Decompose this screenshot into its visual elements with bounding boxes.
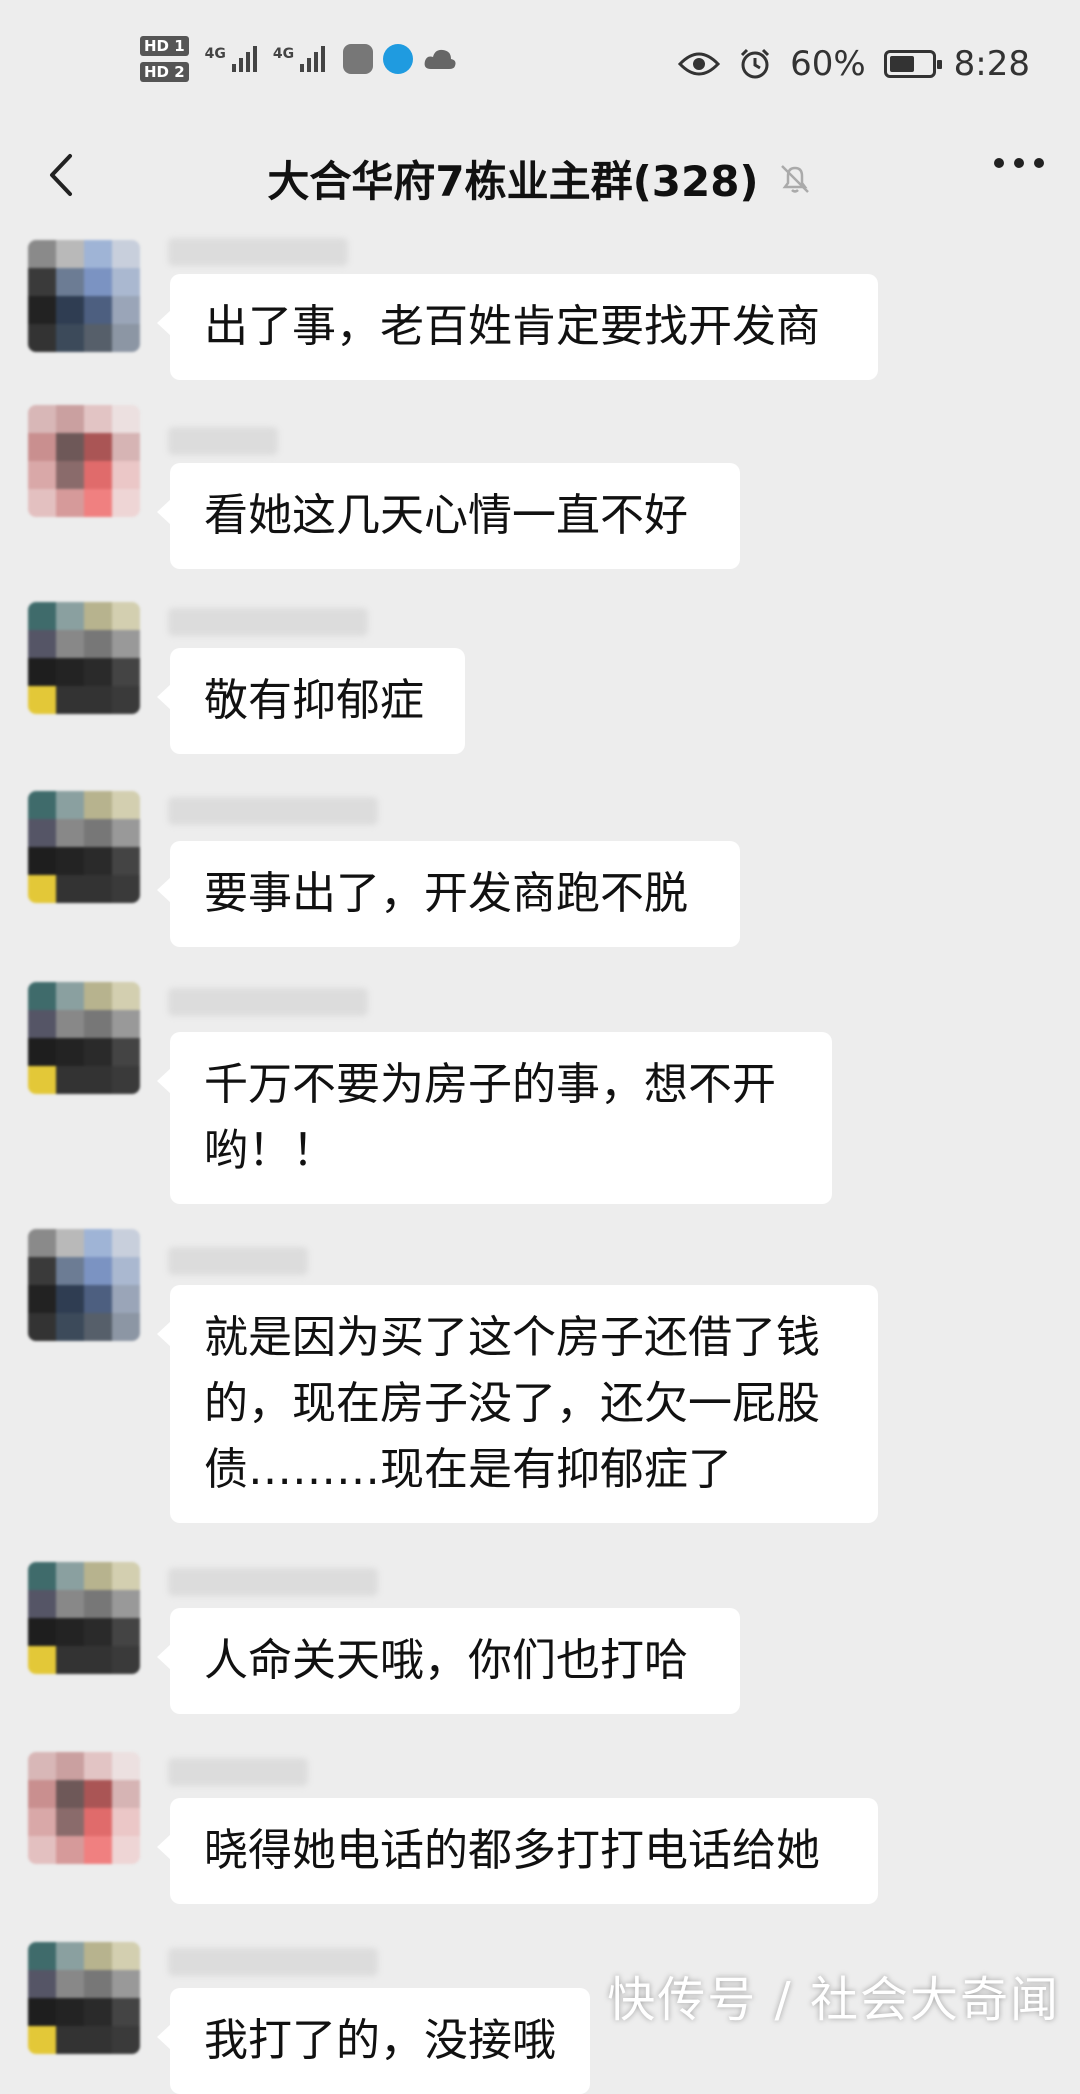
sender-name <box>168 238 348 266</box>
avatar[interactable] <box>28 240 140 352</box>
alarm-icon <box>741 48 770 79</box>
hd1-badge: HD 1 <box>140 36 189 56</box>
signal-icon: 4G <box>272 46 326 72</box>
status-bar: HD 1 HD 2 4G 4G 60% 8:28 <box>0 0 1080 120</box>
message-bubble[interactable]: 晓得她电话的都多打打电话给她 <box>157 1798 878 1904</box>
sender-name <box>168 1568 378 1596</box>
eye-icon <box>678 52 721 76</box>
avatar[interactable] <box>28 1752 140 1864</box>
battery-icon <box>883 50 942 78</box>
chat-header: 大合华府7栋业主群(328) <box>0 120 1080 230</box>
avatar[interactable] <box>28 982 140 1094</box>
avatar[interactable] <box>28 791 140 903</box>
status-left: HD 1 HD 2 4G 4G <box>140 36 457 82</box>
sender-name <box>168 608 368 636</box>
avatar[interactable] <box>28 1562 140 1674</box>
bell-muted-icon <box>780 164 809 193</box>
watermark: 快传号 / 社会大奇闻 <box>607 1972 1060 2028</box>
message-bubble[interactable]: 我打了的，没接哦 <box>157 1988 590 2094</box>
sender-name <box>168 1758 308 1786</box>
battery-fill <box>889 56 914 72</box>
sender-name <box>168 797 378 825</box>
avatar[interactable] <box>28 405 140 517</box>
hd2-badge: HD 2 <box>140 62 189 82</box>
avatar[interactable] <box>28 602 140 714</box>
avatar[interactable] <box>28 1942 140 2054</box>
net2-label: 4G <box>272 46 295 62</box>
battery-percent: 60% <box>790 44 866 84</box>
message-bubble[interactable]: 敬有抑郁症 <box>157 648 465 754</box>
globe-app-icon <box>383 44 414 74</box>
more-dots-icon[interactable] <box>994 158 1044 168</box>
sender-name <box>168 988 368 1016</box>
message-bubble[interactable]: 千万不要为房子的事，想不开 哟！！ <box>157 1032 832 1204</box>
sender-name <box>168 427 278 455</box>
title-wrap: 大合华府7栋业主群(328) <box>0 148 1080 209</box>
message-bubble[interactable]: 就是因为买了这个房子还借了钱 的，现在房子没了，还欠一屁股 债………现在是有抑郁… <box>157 1285 878 1523</box>
message-bubble[interactable]: 要事出了，开发商跑不脱 <box>157 841 740 947</box>
message-bubble[interactable]: 看她这几天心情一直不好 <box>157 463 740 569</box>
avatar[interactable] <box>28 1229 140 1341</box>
message-bubble[interactable]: 人命关天哦，你们也打哈 <box>157 1608 740 1714</box>
hd-indicators: HD 1 HD 2 <box>140 36 189 82</box>
net1-label: 4G <box>204 46 226 62</box>
clock: 8:28 <box>953 44 1030 84</box>
shield-app-icon <box>343 44 374 74</box>
status-right: 60% 8:28 <box>678 44 1030 84</box>
sender-name <box>168 1247 308 1275</box>
sender-name <box>168 1948 378 1976</box>
cloud-icon <box>424 49 456 69</box>
message-bubble[interactable]: 出了事，老百姓肯定要找开发商 <box>157 274 878 380</box>
chat-title[interactable]: 大合华府7栋业主群(328) <box>267 148 758 209</box>
signal-icon: 4G <box>205 46 257 72</box>
